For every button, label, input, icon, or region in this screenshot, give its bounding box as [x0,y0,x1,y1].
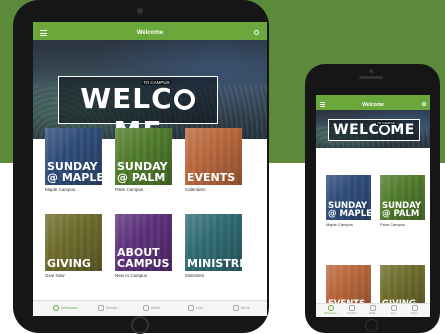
app-title: Welcome [136,30,164,36]
tile-label: MINISTRIES [187,256,242,270]
tab-label: Live [196,305,204,311]
tile-maple-campus[interactable]: SUNDAY @ MAPLE Maple Campus [45,128,102,195]
tab-bible[interactable]: Bible [362,305,383,315]
tab-label: Live [390,311,397,315]
tab-label: Bible [369,311,376,315]
tab-welcome[interactable]: Welcome [53,305,78,311]
tile-label: SUNDAY @ MAPLE [328,200,371,219]
tab-bar: Welcome Media Bible Live More [33,300,267,316]
tile-calendars[interactable]: EVENTS Calendars [185,128,242,195]
tab-live[interactable]: Live [383,305,404,315]
calendar-image: EVENTS [185,128,242,185]
tablet-camera [137,8,143,14]
phone-device: Welcome WELC ME TO CAMPUS SUNDAY @ MAPLE M… [305,64,440,333]
tile-label: SUNDAY @ PALM [382,200,422,219]
to-campus-label: TO CAMPUS [376,121,396,125]
church-building-image: SUNDAY @ PALM [115,128,172,185]
church-building-image: SUNDAY @ MAPLE [326,175,371,220]
tab-bar: Welcome Media Bible Live More [316,303,430,317]
tablet-screen: Welcome WELCME TO CAMPUS SUNDAY @ MAPLE M… [33,22,267,316]
tab-media[interactable]: Media [341,305,362,315]
tile-caption: New to Campus [115,273,148,278]
tile-label: EVENTS [187,170,236,184]
tab-media[interactable]: Media [98,305,117,311]
app-bar: Welcome [33,27,267,40]
o-ring-icon [173,89,195,110]
search-icon[interactable] [422,102,426,106]
tile-ministries[interactable]: MINISTRIES Ministries [185,214,242,281]
tab-welcome[interactable]: Welcome [320,305,341,315]
tile-caption: Give Now [45,273,65,278]
tile-give-now[interactable]: GIVING Give Now [45,214,102,281]
church-building-image: SUNDAY @ MAPLE [45,128,102,185]
app-title: Welcome [362,101,384,108]
tab-label: Media [347,311,356,315]
phone-speaker [359,76,383,79]
welcome-heading: WELCME [333,122,415,138]
tab-live[interactable]: Live [188,305,203,311]
tile-caption: Maple Campus [326,222,353,227]
tab-label: Media [106,305,117,311]
bible-icon [143,305,149,311]
welcome-box: WELCME TO CAMPUS [58,76,218,139]
phone-screen: Welcome WELC ME TO CAMPUS SUNDAY @ MAPLE M… [316,95,430,317]
tile-label: ABOUT CAMPUS [117,246,170,270]
tile-label: SUNDAY @ PALM [117,160,168,184]
tab-label: Welcome [61,305,78,311]
tablet-home-button[interactable] [131,316,149,334]
tile-caption: Palm Campus [115,187,144,192]
tablet-device: Welcome WELCME TO CAMPUS SUNDAY @ MAPLE M… [13,0,269,334]
tab-label: Bible [151,305,160,311]
tile-palm-campus[interactable]: SUNDAY @ PALM Palm Campus [115,128,172,195]
tab-label: More [411,311,418,315]
phone-home-button[interactable] [365,319,378,332]
hands-image: GIVING [45,214,102,271]
tab-label: Welcome [324,311,337,315]
live-icon [188,305,194,311]
welcome-banner: WELCME TO CAMPUS [316,110,430,148]
tab-more[interactable]: More [233,305,250,311]
tile-label: GIVING [47,256,91,270]
tile-caption: Ministries [185,273,205,278]
tile-caption: Calendars [185,187,206,192]
more-icon [233,305,239,311]
home-icon [53,305,59,311]
welcome-banner: WELCME TO CAMPUS [33,40,267,139]
media-icon [98,305,104,311]
tile-maple-campus[interactable]: SUNDAY @ MAPLE Maple Campus [326,175,371,228]
welcome-box: WELCME TO CAMPUS [328,119,420,141]
to-campus-label: TO CAMPUS [142,80,171,85]
tile-palm-campus[interactable]: SUNDAY @ PALM Palm Campus [380,175,425,228]
search-icon[interactable] [254,30,259,35]
o-ring-icon [379,124,391,135]
app-bar: Welcome [316,99,430,110]
tile-label: SUNDAY @ MAPLE [47,160,102,184]
crowd-image: MINISTRIES [185,214,242,271]
tab-label: More [241,305,251,311]
tab-bible[interactable]: Bible [143,305,160,311]
tab-more[interactable]: More [404,305,425,315]
tile-new-to-campus[interactable]: ABOUT CAMPUS New to Campus [115,214,172,281]
phone-camera [369,69,373,73]
church-building-image: SUNDAY @ PALM [380,175,425,220]
tile-caption: Maple Campus [45,187,76,192]
people-image: ABOUT CAMPUS [115,214,172,271]
tile-caption: Palm Campus [380,222,406,227]
